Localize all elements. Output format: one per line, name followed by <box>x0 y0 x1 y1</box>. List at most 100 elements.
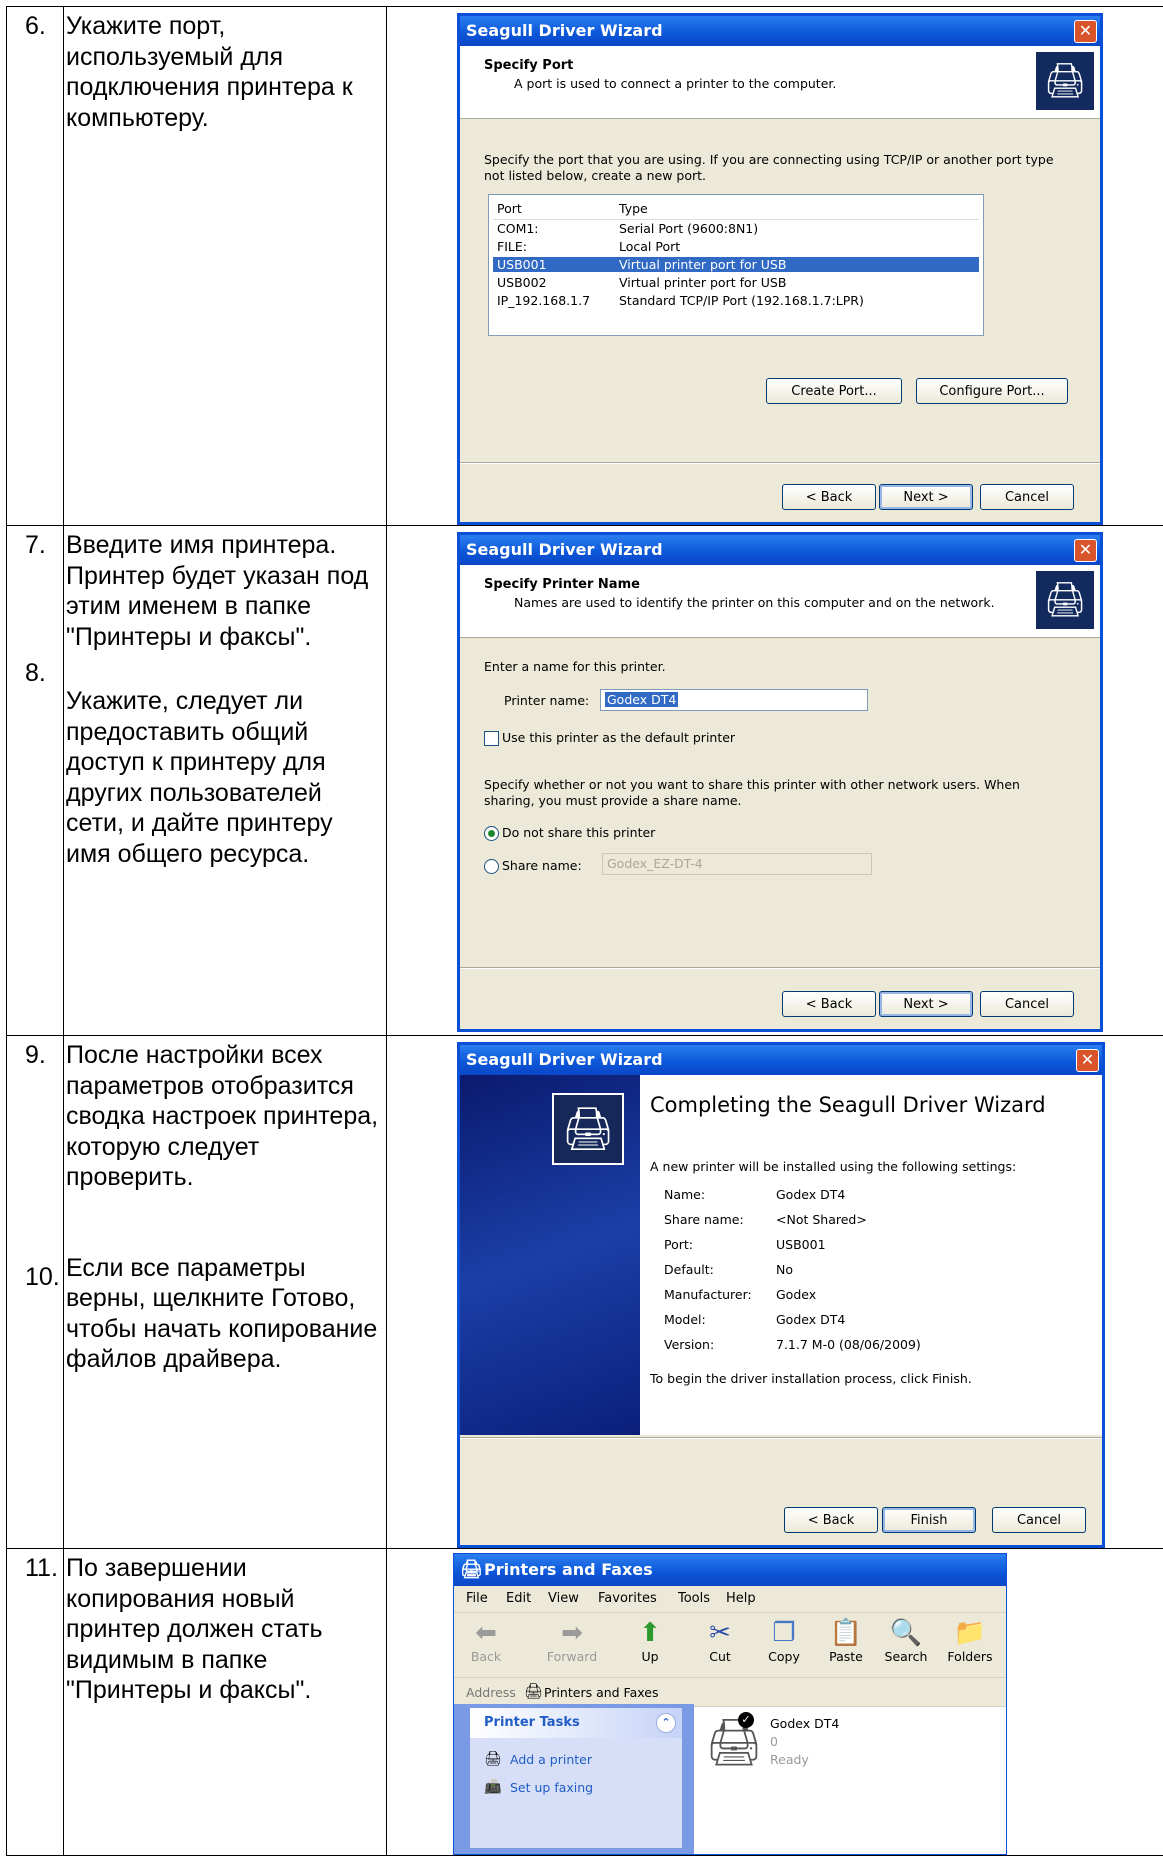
chevron-up-icon[interactable]: ⌃ <box>656 1713 676 1733</box>
next-button[interactable]: Next > <box>879 484 973 510</box>
wizard-subheading: A port is used to connect a printer to t… <box>514 76 837 91</box>
forward-arrow-icon: ➡ <box>561 1618 583 1648</box>
up-toolbar-button[interactable]: ⬆ Up <box>622 1617 678 1664</box>
setting-value: Godex <box>776 1287 817 1302</box>
setup-faxing-link[interactable]: Set up faxing <box>510 1780 593 1795</box>
no-share-radio[interactable] <box>484 826 499 841</box>
copy-toolbar-button[interactable]: ❐ Copy <box>756 1617 812 1664</box>
up-folder-icon: ⬆ <box>639 1618 661 1648</box>
setting-label: Model: <box>664 1312 706 1327</box>
list-item[interactable]: COM1: Serial Port (9600:8N1) <box>493 221 979 236</box>
search-toolbar-button[interactable]: 🔍 Search <box>878 1617 934 1664</box>
setting-label: Version: <box>664 1337 715 1352</box>
column-header-port[interactable]: Port <box>497 201 522 216</box>
next-button[interactable]: Next > <box>879 991 973 1017</box>
step-number: 10. <box>25 1263 60 1291</box>
column-header-type[interactable]: Type <box>619 201 648 216</box>
close-icon[interactable]: ✕ <box>1076 1049 1099 1072</box>
close-icon[interactable]: ✕ <box>1074 539 1097 562</box>
menu-file[interactable]: File <box>466 1591 488 1606</box>
printer-folder-icon: 🖨 <box>460 1559 483 1580</box>
step-text: Укажите, следует ли предоставить общий д… <box>66 687 333 868</box>
list-item-selected[interactable]: USB001 Virtual printer port for USB <box>493 257 979 272</box>
setting-value: Godex DT4 <box>776 1312 846 1327</box>
back-button[interactable]: < Back <box>782 991 876 1017</box>
configure-port-button[interactable]: Configure Port... <box>916 378 1068 404</box>
cut-toolbar-button[interactable]: ✂ Cut <box>692 1617 748 1664</box>
list-item[interactable]: USB002 Virtual printer port for USB <box>493 275 979 290</box>
table-row: 11. По завершении копирования новый прин… <box>6 1548 1163 1856</box>
scissors-icon: ✂ <box>709 1618 731 1648</box>
completion-outro: To begin the driver installation process… <box>650 1371 972 1386</box>
table-row: 6. Укажите порт, используемый для подклю… <box>6 6 1163 526</box>
setting-value: No <box>776 1262 793 1277</box>
port-list[interactable]: Port Type COM1: Serial Port (9600:8N1) FI… <box>488 194 984 336</box>
completion-heading: Completing the Seagull Driver Wizard <box>650 1093 1046 1117</box>
window-title: Seagull Driver Wizard <box>466 21 663 40</box>
step-text: Укажите порт, используемый для подключен… <box>66 12 353 132</box>
add-printer-icon: 🖨 <box>484 1750 502 1766</box>
toolbar: ⬅ Back ➡ Forward ⬆ Up ✂ Cut ❐ Copy 📋 Paste 🔍 Se… <box>454 1613 1006 1678</box>
menu-edit[interactable]: Edit <box>506 1591 531 1606</box>
address-input[interactable]: Printers and Faxes <box>544 1685 658 1700</box>
address-label: Address <box>466 1685 516 1700</box>
printer-tasks-title: Printer Tasks <box>484 1715 580 1730</box>
menu-bar: File Edit View Favorites Tools Help <box>454 1586 1006 1613</box>
folders-icon: 📁 <box>953 1618 987 1648</box>
close-icon[interactable]: ✕ <box>1074 20 1097 43</box>
share-name-label: Share name: <box>502 858 582 873</box>
printer-tasks-panel: Printer Tasks ⌃ 🖨 Add a printer 📠 Set up… <box>470 1708 682 1848</box>
setting-value: Godex DT4 <box>776 1187 846 1202</box>
setting-label: Share name: <box>664 1212 744 1227</box>
default-printer-label: Use this printer as the default printer <box>502 730 736 745</box>
cancel-button[interactable]: Cancel <box>992 1507 1086 1533</box>
screenshot-cell: Seagull Driver Wizard ✕ Specify Port A po… <box>386 6 1163 526</box>
wizard-banner: 🖨 <box>460 1075 640 1435</box>
cancel-button[interactable]: Cancel <box>980 484 1074 510</box>
step-number: 9. <box>25 1041 46 1069</box>
printer-icon[interactable]: 🖨 <box>704 1712 764 1772</box>
printer-wizard-icon: 🖨 <box>552 1093 624 1165</box>
back-button[interactable]: < Back <box>782 484 876 510</box>
forward-toolbar-button[interactable]: ➡ Forward <box>544 1617 600 1664</box>
table-row: 7. 8. Введите имя принтера. Принтер буде… <box>6 525 1163 1036</box>
menu-tools[interactable]: Tools <box>678 1591 710 1606</box>
step-text: После настройки всех параметров отобрази… <box>66 1041 379 1191</box>
share-radio[interactable] <box>484 859 499 874</box>
share-name-input[interactable]: Godex_EZ-DT-4 <box>602 853 872 875</box>
wizard-heading: Specify Port <box>484 58 574 73</box>
menu-help[interactable]: Help <box>726 1591 756 1606</box>
list-item[interactable]: FILE: Local Port <box>493 239 979 254</box>
setting-value: USB001 <box>776 1237 826 1252</box>
printer-name-input[interactable]: Godex DT4 <box>600 689 868 711</box>
setting-label: Port: <box>664 1237 693 1252</box>
back-button[interactable]: < Back <box>784 1507 878 1533</box>
printer-folder-icon: 🖨 <box>524 1683 544 1700</box>
printer-name-label: Printer name: <box>504 693 590 708</box>
cancel-button[interactable]: Cancel <box>980 991 1074 1017</box>
step-text: Введите имя принтера. Принтер будет указ… <box>66 531 369 651</box>
printers-and-faxes-window: 🖨 Printers and Faxes File Edit View Favo… <box>453 1553 1007 1855</box>
completion-intro: A new printer will be installed using th… <box>650 1159 1017 1174</box>
table-row: 9. 10. После настройки всех параметров о… <box>6 1035 1163 1549</box>
magnifier-icon: 🔍 <box>889 1618 923 1648</box>
copy-icon: ❐ <box>772 1618 796 1648</box>
back-toolbar-button[interactable]: ⬅ Back <box>458 1617 514 1664</box>
finish-button[interactable]: Finish <box>882 1507 976 1533</box>
no-share-label: Do not share this printer <box>502 825 656 840</box>
screenshot-cell: Seagull Driver Wizard ✕ Specify Printer N… <box>386 525 1163 1036</box>
default-printer-checkbox[interactable] <box>484 731 499 746</box>
create-port-button[interactable]: Create Port... <box>766 378 902 404</box>
menu-favorites[interactable]: Favorites <box>598 1591 657 1606</box>
folders-toolbar-button[interactable]: 📁 Folders <box>942 1617 998 1664</box>
list-item[interactable]: IP_192.168.1.7 Standard TCP/IP Port (192.… <box>493 293 979 308</box>
menu-view[interactable]: View <box>548 1591 579 1606</box>
window-title: Seagull Driver Wizard <box>466 1050 663 1069</box>
step-number: 11. <box>25 1554 58 1582</box>
printer-name[interactable]: Godex DT4 <box>770 1716 839 1731</box>
setting-value: <Not Shared> <box>776 1212 867 1227</box>
screenshot-cell: Seagull Driver Wizard ✕ 🖨 Completing the … <box>386 1035 1163 1549</box>
setting-label: Default: <box>664 1262 714 1277</box>
add-printer-link[interactable]: Add a printer <box>510 1752 592 1767</box>
paste-toolbar-button[interactable]: 📋 Paste <box>818 1617 874 1664</box>
